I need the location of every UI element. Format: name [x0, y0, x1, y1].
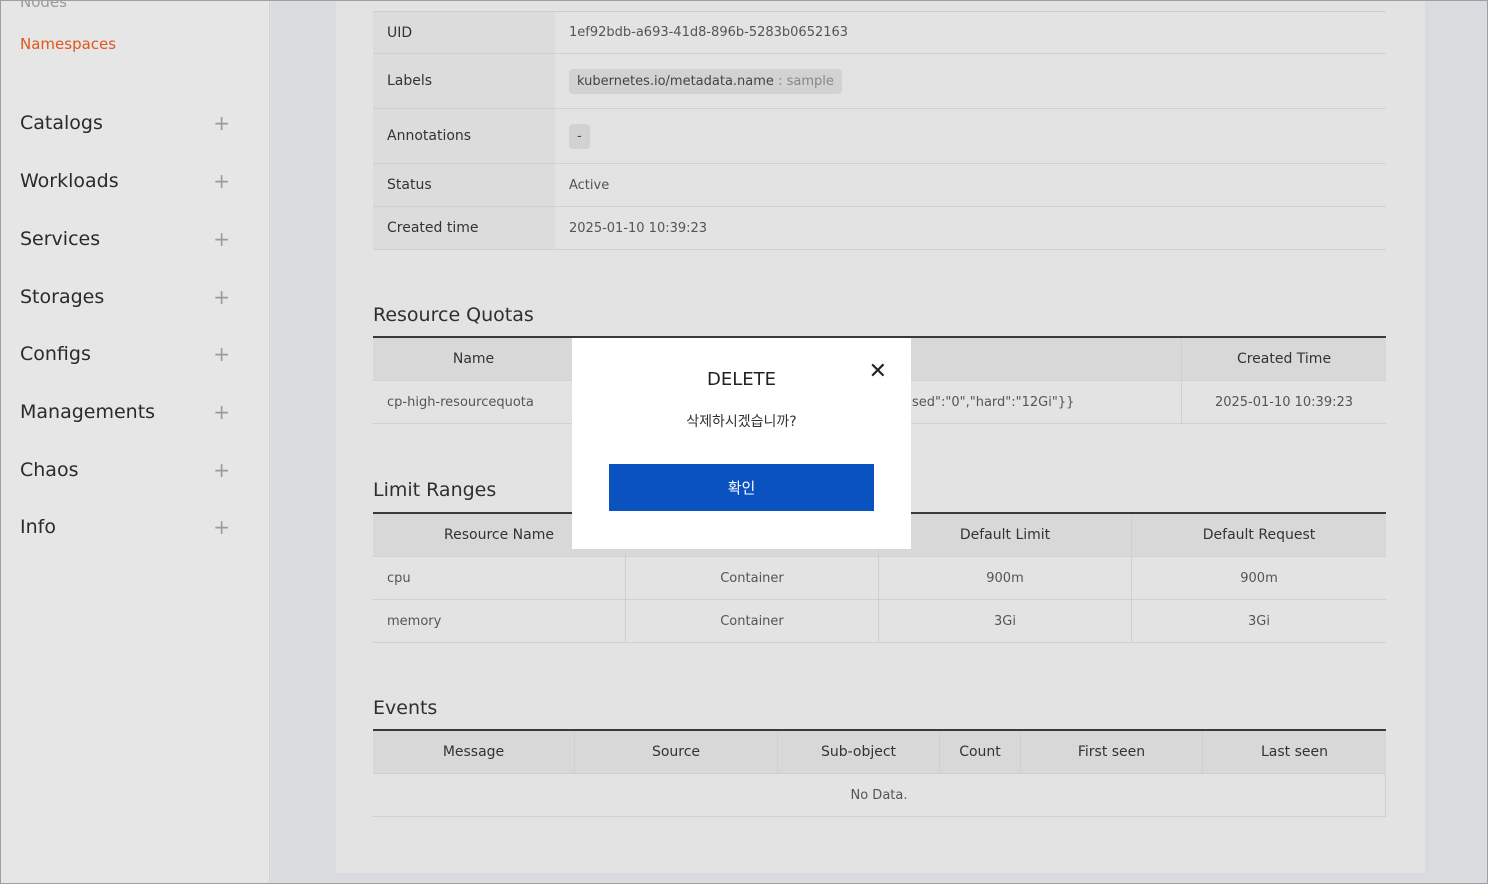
expand-plus-icon[interactable]: +	[213, 342, 230, 366]
expand-plus-icon[interactable]: +	[213, 400, 230, 424]
modal-title: DELETE	[706, 369, 776, 390]
sidebar-item-info[interactable]: Info +	[20, 512, 230, 542]
column-header: Default Request	[1202, 527, 1316, 543]
info-key: Labels	[373, 54, 555, 108]
sidebar-item-workloads[interactable]: Workloads +	[20, 166, 230, 196]
info-row-annotations: Annotations -	[373, 109, 1386, 164]
info-value: 2025-01-10 10:39:23	[569, 220, 708, 236]
sidebar-item-catalogs[interactable]: Catalogs +	[20, 108, 230, 138]
expand-plus-icon[interactable]: +	[213, 111, 230, 135]
column-header: Last seen	[1260, 744, 1328, 760]
info-row-uid: UID 1ef92bdb-a693-41d8-896b-5283b0652163	[373, 12, 1386, 54]
sidebar-item-storages[interactable]: Storages +	[20, 282, 230, 312]
table-cell[interactable]: cp-high-resourcequota	[373, 381, 575, 423]
label-chip: kubernetes.io/metadata.name : sample	[569, 68, 842, 94]
table-cell: Container	[626, 557, 879, 599]
section-title-resource-quotas: Resource Quotas	[373, 304, 534, 326]
table-cell: memory	[373, 600, 626, 642]
close-icon[interactable]: ✕	[869, 360, 887, 384]
info-key: UID	[373, 12, 555, 53]
column-header: Created Time	[1236, 351, 1332, 367]
section-title-limit-ranges: Limit Ranges	[373, 479, 497, 501]
sidebar-item-label: Catalogs	[20, 112, 103, 134]
sidebar-subitem-nodes[interactable]: Nodes	[20, 1, 67, 11]
info-row-created: Created time 2025-01-10 10:39:23	[373, 207, 1386, 250]
info-value: -	[555, 109, 1386, 163]
info-value: 1ef92bdb-a693-41d8-896b-5283b0652163	[569, 25, 849, 40]
sidebar-item-label: Managements	[20, 401, 156, 423]
table-cell: Container	[626, 600, 879, 642]
sidebar-item-label: Workloads	[20, 170, 119, 192]
annotation-chip: -	[569, 123, 590, 149]
section-title-events: Events	[373, 697, 438, 719]
table-cell: 2025-01-10 10:39:23	[1214, 394, 1354, 410]
sidebar-item-configs[interactable]: Configs +	[20, 339, 230, 369]
info-value: Active	[569, 177, 610, 193]
info-key: Annotations	[373, 109, 555, 163]
expand-plus-icon[interactable]: +	[213, 515, 230, 539]
column-header: Source	[575, 731, 778, 773]
modal-message: 삭제하시겠습니까?	[686, 414, 797, 430]
column-header: Count	[940, 731, 1021, 773]
label-separator: :	[773, 73, 787, 89]
info-key: Status	[373, 164, 555, 206]
sidebar-item-label: Info	[20, 516, 56, 538]
table-cell: 3Gi	[1248, 613, 1270, 629]
sidebar-item-managements[interactable]: Managements +	[20, 397, 230, 427]
table-row: memory Container 3Gi 3Gi	[373, 600, 1386, 643]
table-header-row: Message Source Sub-object Count First se…	[373, 731, 1386, 774]
info-value: kubernetes.io/metadata.name : sample	[555, 54, 1386, 108]
sidebar: Nodes Namespaces Catalogs + Workloads + …	[1, 1, 270, 883]
empty-state-text: No Data.	[850, 787, 908, 803]
table-cell: cpu	[373, 557, 626, 599]
confirm-button[interactable]: 확인	[609, 464, 874, 511]
column-header: First seen	[1021, 731, 1203, 773]
table-cell: 900m	[1240, 570, 1278, 586]
expand-plus-icon[interactable]: +	[213, 458, 230, 482]
events-table: Message Source Sub-object Count First se…	[373, 729, 1386, 817]
label-value: sample	[786, 73, 834, 89]
table-cell: 900m	[879, 557, 1132, 599]
expand-plus-icon[interactable]: +	[213, 169, 230, 193]
sidebar-item-label: Services	[20, 228, 101, 250]
sidebar-item-label: Storages	[20, 286, 105, 308]
table-row: No Data.	[373, 774, 1386, 817]
sidebar-item-chaos[interactable]: Chaos +	[20, 455, 230, 485]
table-row: cpu Container 900m 900m	[373, 557, 1386, 600]
sidebar-subitem-namespaces[interactable]: Namespaces	[20, 35, 116, 53]
namespace-info-table: UID 1ef92bdb-a693-41d8-896b-5283b0652163…	[373, 11, 1386, 250]
column-header: Message	[373, 731, 575, 773]
app-frame: Nodes Namespaces Catalogs + Workloads + …	[0, 0, 1488, 884]
label-key: kubernetes.io/metadata.name	[577, 73, 774, 89]
column-header: Name	[373, 338, 575, 380]
delete-confirm-modal: DELETE ✕ 삭제하시겠습니까? 확인	[572, 338, 911, 549]
expand-plus-icon[interactable]: +	[213, 227, 230, 251]
table-cell: 3Gi	[879, 600, 1132, 642]
info-row-status: Status Active	[373, 164, 1386, 207]
sidebar-item-label: Chaos	[20, 459, 79, 481]
info-key: Created time	[373, 207, 555, 249]
column-header: Default Limit	[879, 514, 1132, 556]
info-row-labels: Labels kubernetes.io/metadata.name : sam…	[373, 54, 1386, 109]
column-header: Sub-object	[778, 731, 940, 773]
expand-plus-icon[interactable]: +	[213, 285, 230, 309]
sidebar-item-label: Configs	[20, 343, 91, 365]
sidebar-item-services[interactable]: Services +	[20, 224, 230, 254]
